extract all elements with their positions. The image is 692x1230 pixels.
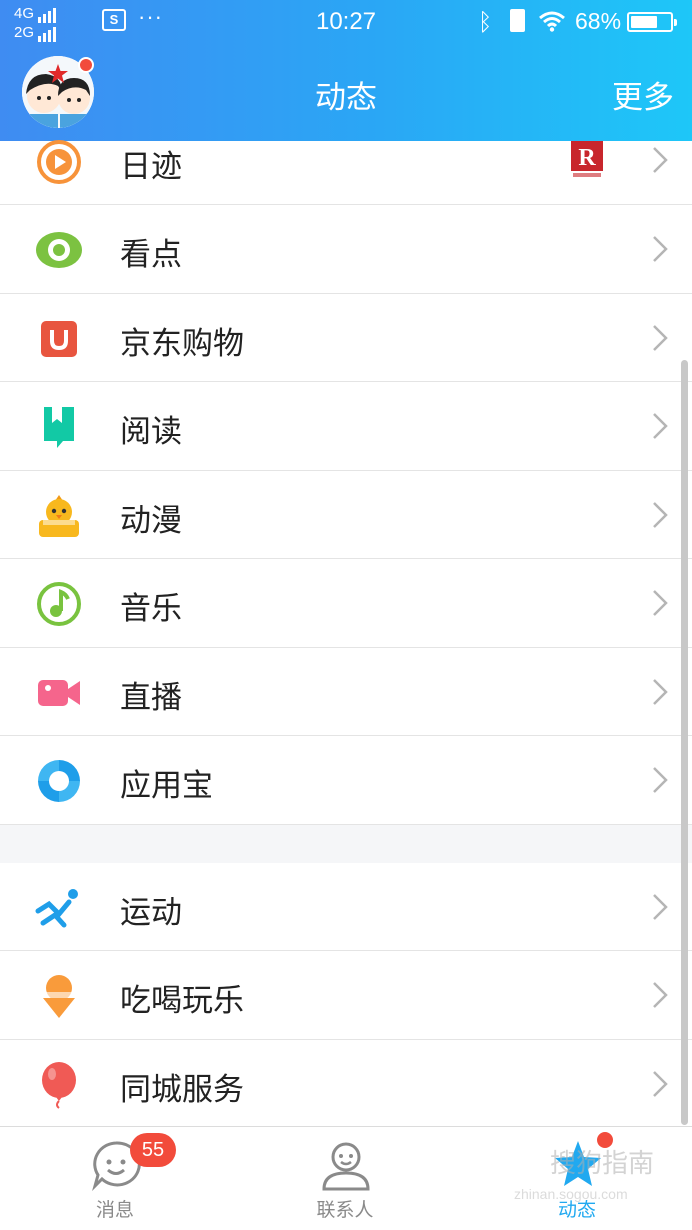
list-item-sports[interactable]: 运动 [0,862,692,951]
charging-icon [510,9,525,32]
list-item-label: 同城服务 [120,1071,244,1108]
eye-icon [36,232,82,268]
music-note-icon [37,582,81,626]
brand-logo-icon: R [571,141,603,177]
list-item-app-store[interactable]: 应用宝 [0,736,692,825]
list-item-jd-shopping[interactable]: 京东购物 [0,293,692,382]
status-bar: 4G 2G S ··· 10:27 ᛒ 68% [0,0,692,44]
video-camera-icon [38,679,80,706]
chick-icon [39,494,79,537]
chevron-right-icon [653,590,668,616]
person-icon [322,1142,370,1191]
list-item-label: 日迹 [120,149,182,185]
list-item-riji[interactable]: 日迹 R [0,140,692,205]
chevron-right-icon [653,767,668,793]
chevron-right-icon [653,501,668,528]
list-item-food-fun[interactable]: 吃喝玩乐 [0,951,692,1040]
list-item-label: 运动 [120,894,182,931]
balloon-icon [42,1061,76,1109]
page-title: 动态 [315,80,377,116]
list-item-anime[interactable]: 动漫 [0,470,692,559]
chevron-right-icon [653,324,668,351]
tab-label: 联系人 [316,1199,374,1221]
chevron-right-icon [653,236,668,262]
notification-dot [78,57,94,73]
chevron-right-icon [653,982,668,1008]
bluetooth-icon: ᛒ [478,8,493,36]
chevron-right-icon [653,1070,668,1097]
list-item-live[interactable]: 直播 [0,647,692,736]
list-item-label: 直播 [120,679,182,716]
bookmark-icon [44,407,74,448]
ice-cream-icon [43,975,75,1018]
list-item-music[interactable]: 音乐 [0,559,692,648]
scrollbar[interactable] [681,360,688,1125]
list-item-kandian[interactable]: 看点 [0,205,692,294]
chevron-right-icon [653,147,668,173]
app-header: 4G 2G S ··· 10:27 ᛒ 68% 动态 更多 [0,0,692,141]
chevron-right-icon [653,678,668,705]
list-item-reading[interactable]: 阅读 [0,382,692,471]
battery-percent: 68% [575,8,622,34]
list-item-label: 音乐 [120,591,182,627]
more-button[interactable]: 更多 [612,72,674,117]
section-divider [0,824,692,863]
app-store-icon [38,760,80,802]
list-item-label: 动漫 [120,502,182,539]
watermark-url: zhinan.sogou.com [514,1186,628,1202]
feature-list: 日迹 R 看点 京东购物 阅读 动漫 音乐 直播 应用宝 运动 吃喝玩乐 同城服… [0,140,692,1128]
clock-play-icon [37,140,81,184]
unread-badge: 55 [130,1133,176,1167]
watermark: 搜狗指南 [550,1149,655,1179]
battery-icon [627,12,677,32]
tab-contacts[interactable]: 联系人 [275,1127,415,1230]
jd-bag-icon [41,320,77,357]
svg-text:R: R [578,145,596,171]
chevron-right-icon [653,893,668,920]
wifi-icon [539,11,565,32]
tab-label: 消息 [95,1199,134,1221]
battery-level [631,16,657,28]
list-item-label: 京东购物 [120,325,244,362]
list-item-label: 吃喝玩乐 [120,983,244,1019]
list-item-label: 应用宝 [120,768,213,804]
list-item-label: 阅读 [120,414,182,450]
list-item-label: 看点 [120,237,182,273]
chevron-right-icon [653,413,668,439]
list-item-city-service[interactable]: 同城服务 [0,1039,692,1128]
running-icon [35,888,78,927]
